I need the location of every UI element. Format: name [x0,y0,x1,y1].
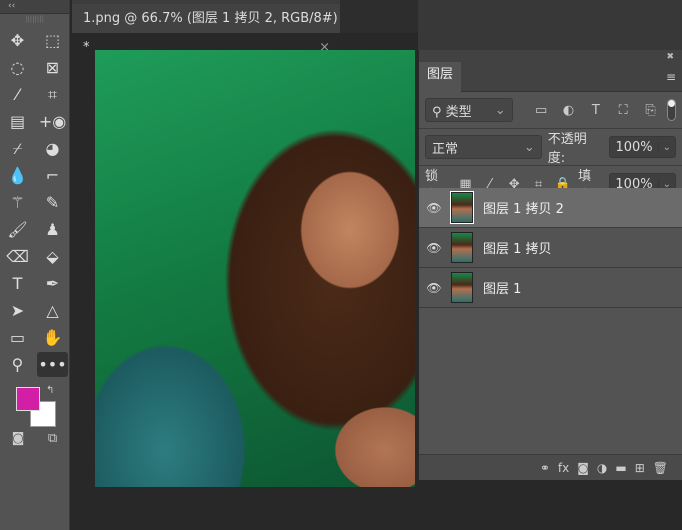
quick-select-tool-icon[interactable]: ⁄ [0,82,35,107]
zoom-tool-icon[interactable]: ⚲ [0,352,35,377]
filter-toggle[interactable] [667,99,677,121]
visibility-eye-icon[interactable]: 👁 [419,241,449,255]
group-folder-icon[interactable]: ▬ [615,461,626,475]
marquee-tool-icon[interactable]: ⬚ [35,28,70,53]
filter-type-select[interactable]: ⚲ 类型 ⌄ [425,98,513,122]
image-canvas[interactable] [95,50,415,487]
layer-thumbnail [451,232,473,263]
quick-mask-icon[interactable]: ◙ [12,431,25,446]
visibility-eye-icon[interactable]: 👁 [419,281,449,295]
layer-mask-icon[interactable]: ◙ [577,461,589,475]
chevron-down-icon: ⌄ [494,102,506,118]
layer-thumbnail [451,272,473,303]
healing-brush-tool-icon[interactable]: ✎ [35,190,70,215]
new-layer-icon[interactable]: ⊞ [635,461,645,475]
panel-menu-icon[interactable]: ≡ [666,70,676,84]
layers-panel: ✖ 图层 ≡ ⚲ 类型 ⌄ ▭ ◐ T ⛶ ⎘ 正常 ⌄ 不透明度: 100% ⌄… [418,50,682,480]
opacity-label: 不透明度: [547,132,587,166]
type-tool-icon[interactable]: T [0,271,35,296]
blend-mode-select[interactable]: 正常 ⌄ [425,135,542,159]
path-select-tool-icon[interactable]: ➤ [0,298,35,323]
layer-name: 图层 1 拷贝 2 [483,202,564,217]
pixel-filter-icon[interactable]: ▭ [531,103,552,118]
gradient-tool-icon[interactable]: ▤ [0,109,35,134]
stamp-tool-icon[interactable]: ♟ [35,217,70,242]
brush-tool-icon[interactable]: 🖌 [0,217,35,242]
visibility-eye-icon[interactable]: 👁 [419,201,449,215]
more-tools-icon[interactable]: ••• [37,352,68,377]
close-panel-icon[interactable]: ✖ [666,52,674,62]
link-layers-icon[interactable]: ⚭ [540,461,550,475]
layer-thumbnail [450,191,474,224]
collapse-toolbar-button[interactable]: ‹‹ [0,0,69,14]
paint-bucket-tool-icon[interactable]: ⬙ [35,244,70,269]
frame-tool-icon[interactable]: ⊠ [35,55,70,80]
foreground-color[interactable] [16,387,40,411]
move-tool-icon[interactable]: ✥ [0,28,35,53]
color-swatches: ↰ [0,385,69,429]
eraser-tool-icon[interactable]: ⌫ [0,244,35,269]
hand-tool-icon[interactable]: ✋ [35,325,70,350]
layer-name: 图层 1 [483,282,522,297]
search-icon: ⚲ [432,104,442,120]
shape-filter-icon[interactable]: ⛶ [613,103,634,118]
layer-name: 图层 1 拷贝 [483,242,552,257]
type-filter-icon[interactable]: T [585,103,606,118]
crop-tool-icon[interactable]: ⌐ [35,163,70,188]
document-tab[interactable]: 1.png @ 66.7% (图层 1 拷贝 2, RGB/8#) * × [72,4,340,55]
rectangle-tool-icon[interactable]: ▭ [0,325,35,350]
eyedropper-tool-icon[interactable]: ⌿ [0,136,35,161]
smart-object-filter-icon[interactable]: ⎘ [640,103,661,118]
fx-icon[interactable]: fx [558,461,569,475]
opacity-input[interactable]: 100% ⌄ [609,136,676,158]
document-title: 1.png @ 66.7% (图层 1 拷贝 2, RGB/8#) * [83,11,338,55]
trash-icon[interactable]: 🗑 [653,461,668,475]
swap-colors-icon[interactable]: ↰ [46,385,54,396]
layer-row[interactable]: 👁 图层 1 拷贝 2 [419,188,682,228]
adjustment-filter-icon[interactable]: ◐ [558,103,579,118]
smudge-tool-icon[interactable]: ◕ [35,136,70,161]
layer-row[interactable]: 👁 图层 1 [419,268,682,308]
shape-tool-icon[interactable]: △ [35,298,70,323]
lasso-tool-icon[interactable]: ◌ [0,55,35,80]
chevron-down-icon[interactable]: ⌄ [657,141,675,153]
red-eye-tool-icon[interactable]: +◉ [35,109,70,134]
screen-mode-icon[interactable]: ⧉ [48,431,57,446]
adjustment-layer-icon[interactable]: ◑ [597,461,607,475]
layer-row[interactable]: 👁 图层 1 拷贝 [419,228,682,268]
pen-tool-icon[interactable]: ✒ [35,271,70,296]
perspective-crop-tool-icon[interactable]: ⌗ [35,82,70,107]
toolbar-grip[interactable]: |||||||| [0,14,69,24]
tab-layers[interactable]: 图层 [419,62,461,92]
blur-tool-icon[interactable]: 💧 [0,163,35,188]
magic-wand-tool-icon[interactable]: ⚚ [0,190,35,215]
tools-panel: ‹‹ |||||||| ✥ ⬚ ◌ ⊠ ⁄ ⌗ ▤ +◉ ⌿ ◕ 💧 ⌐ ⚚ ✎ 🖌 ♟ ⌫ ⬙ T ✒ ➤ △ ▭ ✋ ⚲ ••… [0,0,70,530]
chevron-down-icon: ⌄ [523,139,535,155]
